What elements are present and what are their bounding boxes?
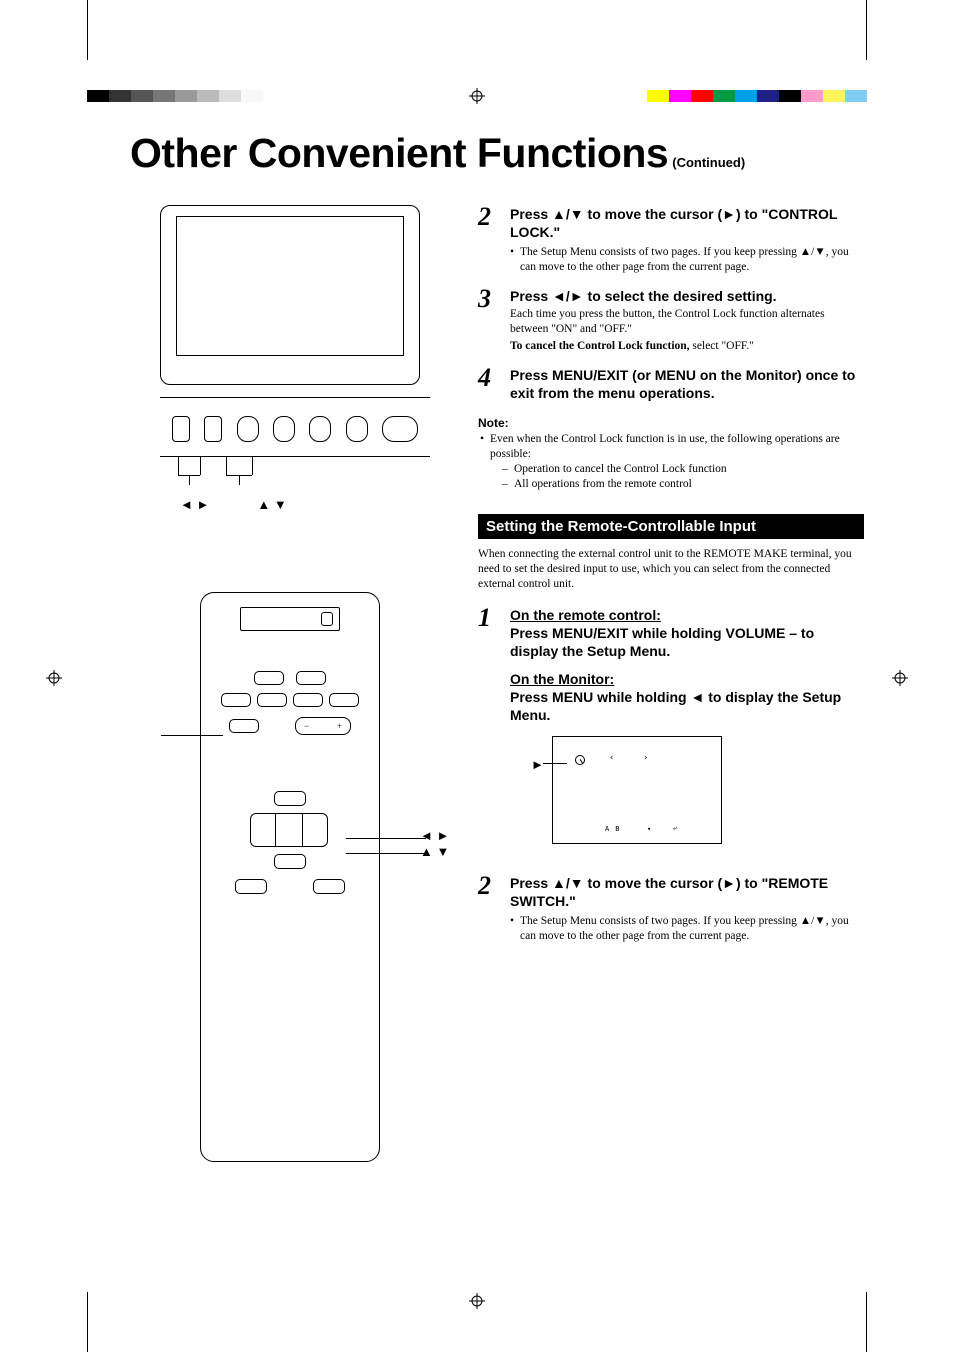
monitor-diagram: ◄ ► ▲ ▼ [160,205,420,512]
step-description: Each time you press the button, the Cont… [510,307,864,337]
remote-arrows-label: ◄ ► ▲ ▼ [420,828,449,860]
step: 4 Press MENU/EXIT (or MENU on the Monitor… [478,366,864,402]
title-main: Other Convenient Functions [130,130,668,176]
step-heading: On the remote control:Press MENU/EXIT wh… [510,606,864,724]
monitor-buttons-panel [160,397,430,457]
section-heading: Setting the Remote-Controllable Input [478,514,864,539]
step-number: 3 [478,287,498,354]
section-intro: When connecting the external control uni… [478,547,864,592]
note-list: Even when the Control Lock function is i… [478,432,864,492]
registration-mark-icon [46,670,62,691]
crop-mark [866,0,867,60]
step-bullets: The Setup Menu consists of two pages. If… [510,245,864,275]
step: 1On the remote control:Press MENU/EXIT w… [478,606,864,848]
crop-mark [866,1292,867,1352]
note-heading: Note: [478,416,864,430]
step-number: 4 [478,366,498,402]
crop-mark [87,0,88,60]
registration-mark-icon [892,670,908,691]
crop-mark [87,1292,88,1352]
registration-mark-icon [469,1293,485,1314]
step-heading: Press ▲/▼ to move the cursor (►) to "CON… [510,205,864,241]
remote-control-diagram: − + [200,592,380,1162]
step: 3 Press ◄/► to select the desired setting… [478,287,864,354]
page-title: Other Convenient Functions (Continued) [130,130,864,177]
step-heading: Press ▲/▼ to move the cursor (►) to "REM… [510,874,864,910]
registration-mark-icon [469,88,485,109]
step-heading: Press ◄/► to select the desired setting. [510,287,864,305]
step-number: 2 [478,874,498,944]
arrow-updown-label: ▲ ▼ [257,497,286,512]
step-cancel-note: To cancel the Control Lock function, sel… [510,339,864,354]
setup-menu-diagram: ►‹›AB▾⤶ [552,736,722,844]
step-heading: Press MENU/EXIT (or MENU on the Monitor)… [510,366,864,402]
step-bullets: The Setup Menu consists of two pages. If… [510,914,864,944]
step-number: 2 [478,205,498,275]
step-number: 1 [478,606,498,848]
step: 2 Press ▲/▼ to move the cursor (►) to "RE… [478,874,864,944]
title-suffix: (Continued) [672,155,745,170]
arrow-leftright-label: ◄ ► [180,497,209,512]
step: 2 Press ▲/▼ to move the cursor (►) to "CO… [478,205,864,275]
